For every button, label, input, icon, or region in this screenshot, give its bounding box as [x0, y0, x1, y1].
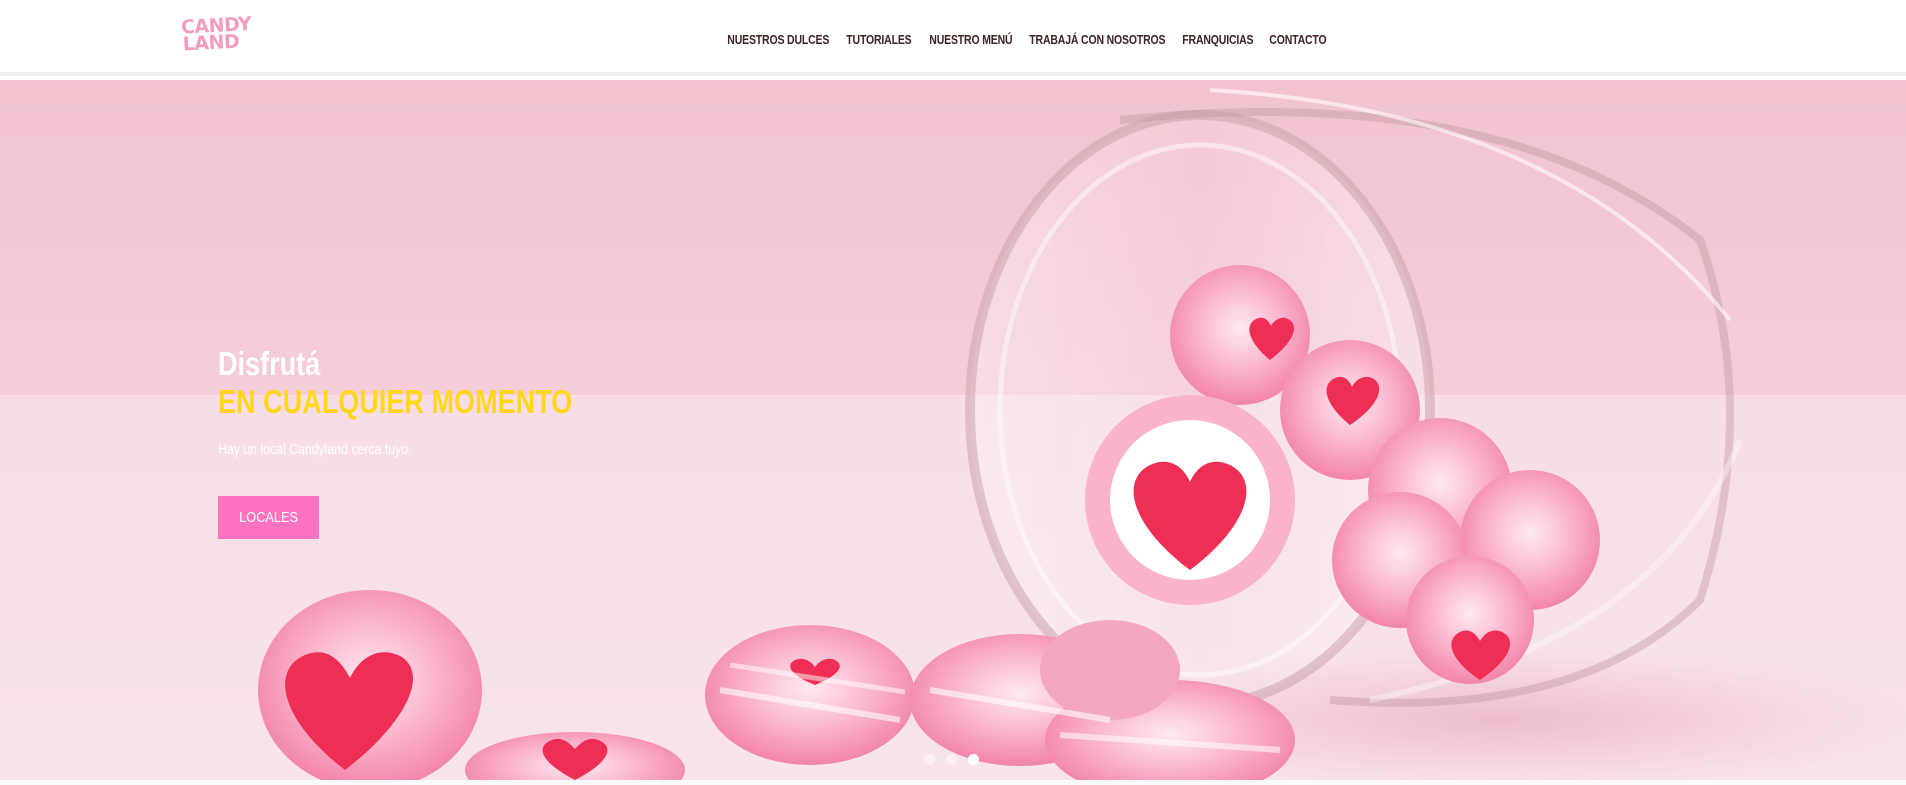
hero-subtitle: EN CUALQUIER MOMENTO — [218, 383, 573, 420]
nav-item-franquicias[interactable]: FRANQUICIAS — [1176, 33, 1260, 47]
hero-text-block: Disfrutá EN CUALQUIER MOMENTO Hay un loc… — [218, 345, 650, 458]
hero-copy: Hay un local Candyland cerca tuyo. — [218, 441, 412, 458]
nav-item-contacto[interactable]: CONTACTO — [1263, 33, 1333, 47]
candyland-logo[interactable]: CANDY LAND — [180, 13, 251, 58]
nav-item-nuestro-menu[interactable]: NUESTRO MENÚ — [923, 33, 1019, 47]
section-divider — [0, 780, 1906, 785]
slider-dot-3[interactable] — [968, 754, 979, 765]
hero-slider: Disfrutá EN CUALQUIER MOMENTO Hay un loc… — [0, 80, 1906, 780]
nav-item-trabaja-con-nosotros[interactable]: TRABAJÁ CON NOSOTROS — [1023, 33, 1172, 47]
logo-line-2: LAND — [182, 30, 240, 56]
slider-dot-2[interactable] — [946, 754, 957, 765]
slider-dot-1[interactable] — [924, 754, 935, 765]
slider-dots — [924, 754, 979, 765]
main-nav: NUESTROS DULCES TUTORIALES NUESTRO MENÚ … — [721, 30, 1346, 50]
locales-button-label: LOCALES — [239, 509, 298, 526]
nav-item-tutoriales[interactable]: TUTORIALES — [840, 33, 918, 47]
nav-item-nuestros-dulces[interactable]: NUESTROS DULCES — [721, 33, 836, 47]
site-header: CANDY LAND NUESTROS DULCES TUTORIALES NU… — [0, 0, 1906, 76]
locales-button[interactable]: LOCALES — [218, 496, 319, 539]
hero-title: Disfrutá — [218, 345, 321, 382]
